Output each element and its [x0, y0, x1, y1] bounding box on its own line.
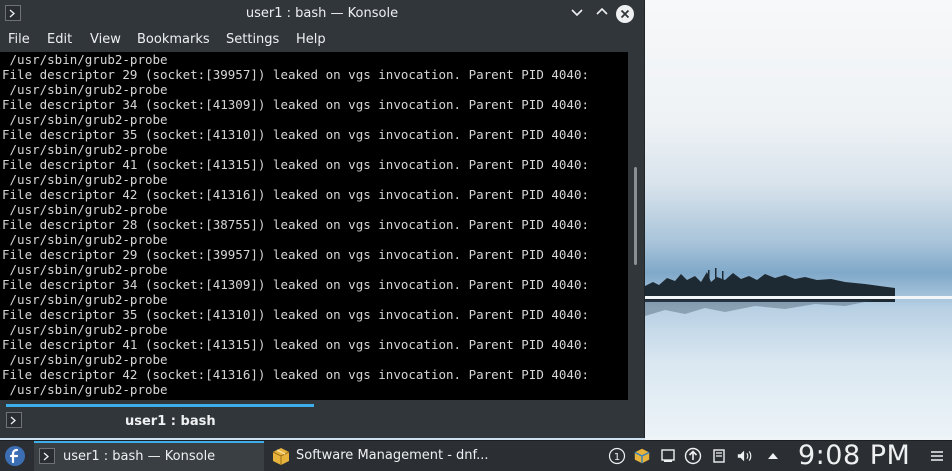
terminal-line: File descriptor 34 (socket:[41309]) leak…	[2, 97, 589, 112]
tab-bar: user1 : bash	[0, 400, 644, 438]
chevron-up-icon	[596, 7, 608, 15]
clipboard-icon[interactable]	[660, 447, 678, 465]
network-icon[interactable]	[710, 447, 728, 465]
new-tab-terminal-icon[interactable]	[6, 412, 22, 428]
terminal-line: /usr/sbin/grub2-probe	[2, 232, 168, 247]
terminal-line: /usr/sbin/grub2-probe	[2, 292, 168, 307]
terminal-icon	[39, 448, 55, 464]
terminal-line: /usr/sbin/grub2-probe	[2, 82, 168, 97]
terminal-line: /usr/sbin/grub2-probe	[2, 382, 168, 397]
terminal-line: File descriptor 35 (socket:[41310]) leak…	[2, 307, 589, 322]
wallpaper-shoreline	[645, 296, 952, 299]
expand-tray-icon[interactable]	[764, 447, 782, 465]
terminal-line: File descriptor 34 (socket:[41309]) leak…	[2, 277, 589, 292]
terminal-line: File descriptor 29 (socket:[39957]) leak…	[2, 67, 589, 82]
menu-settings[interactable]: Settings	[226, 32, 279, 47]
window-titlebar[interactable]: user1 : bash — Konsole	[0, 0, 644, 28]
minimize-button[interactable]	[568, 5, 586, 23]
terminal-line: /usr/sbin/grub2-probe	[2, 142, 168, 157]
menu-edit[interactable]: Edit	[47, 32, 72, 47]
active-tab-indicator	[6, 404, 314, 407]
menu-file[interactable]: File	[8, 32, 30, 47]
update-icon[interactable]	[684, 447, 702, 465]
package-icon	[272, 448, 290, 465]
task-software-management[interactable]: Software Management - dnf...	[268, 443, 498, 469]
terminal-line: /usr/sbin/grub2-probe	[2, 112, 168, 127]
clock[interactable]: 9:08 PM	[798, 441, 910, 471]
terminal-line: /usr/sbin/grub2-probe	[2, 52, 168, 67]
terminal-line: File descriptor 29 (socket:[39957]) leak…	[2, 247, 589, 262]
terminal-line: /usr/sbin/grub2-probe	[2, 202, 168, 217]
menu-view[interactable]: View	[90, 32, 121, 47]
package-updates-icon[interactable]	[633, 447, 651, 465]
terminal-line: /usr/sbin/grub2-probe	[2, 172, 168, 187]
terminal-line: File descriptor 35 (socket:[41310]) leak…	[2, 127, 589, 142]
task-label: Software Management - dnf...	[296, 448, 489, 463]
tab-bash[interactable]: user1 : bash	[125, 414, 216, 429]
close-icon	[620, 9, 630, 19]
panel-menu-icon[interactable]	[928, 447, 946, 465]
menu-help[interactable]: Help	[296, 32, 326, 47]
task-label: user1 : bash — Konsole	[63, 449, 216, 464]
taskbar-panel: user1 : bash — Konsole Software Manageme…	[0, 440, 952, 471]
close-button[interactable]	[616, 5, 634, 23]
terminal-line: File descriptor 42 (socket:[41316]) leak…	[2, 187, 589, 202]
terminal-line: File descriptor 42 (socket:[41316]) leak…	[2, 367, 589, 382]
fedora-launcher-icon[interactable]	[4, 445, 26, 467]
desktop-wallpaper	[645, 0, 952, 440]
svg-text:1: 1	[614, 452, 620, 463]
terminal-line: /usr/sbin/grub2-probe	[2, 352, 168, 367]
terminal-line: File descriptor 41 (socket:[41315]) leak…	[2, 337, 589, 352]
terminal-line: /usr/sbin/grub2-probe	[2, 262, 168, 277]
terminal-line: File descriptor 41 (socket:[41315]) leak…	[2, 157, 589, 172]
terminal-line: /usr/sbin/grub2-probe	[2, 322, 168, 337]
window-title: user1 : bash — Konsole	[245, 6, 399, 21]
terminal-scrollbar[interactable]	[628, 52, 644, 400]
maximize-button[interactable]	[593, 5, 611, 23]
menubar: File Edit View Bookmarks Settings Help	[0, 28, 644, 52]
chevron-down-icon	[571, 9, 583, 17]
terminal-output[interactable]: /usr/sbin/grub2-probe File descriptor 29…	[0, 52, 628, 400]
menu-bookmarks[interactable]: Bookmarks	[137, 32, 210, 47]
volume-icon[interactable]	[736, 447, 754, 465]
notifications-icon[interactable]: 1	[608, 447, 626, 465]
terminal-line: File descriptor 28 (socket:[38755]) leak…	[2, 217, 589, 232]
scrollbar-thumb[interactable]	[634, 167, 637, 265]
konsole-window: user1 : bash — Konsole File Edit View Bo…	[0, 0, 645, 438]
wallpaper-reflection	[645, 300, 875, 316]
task-konsole[interactable]: user1 : bash — Konsole	[34, 441, 264, 471]
